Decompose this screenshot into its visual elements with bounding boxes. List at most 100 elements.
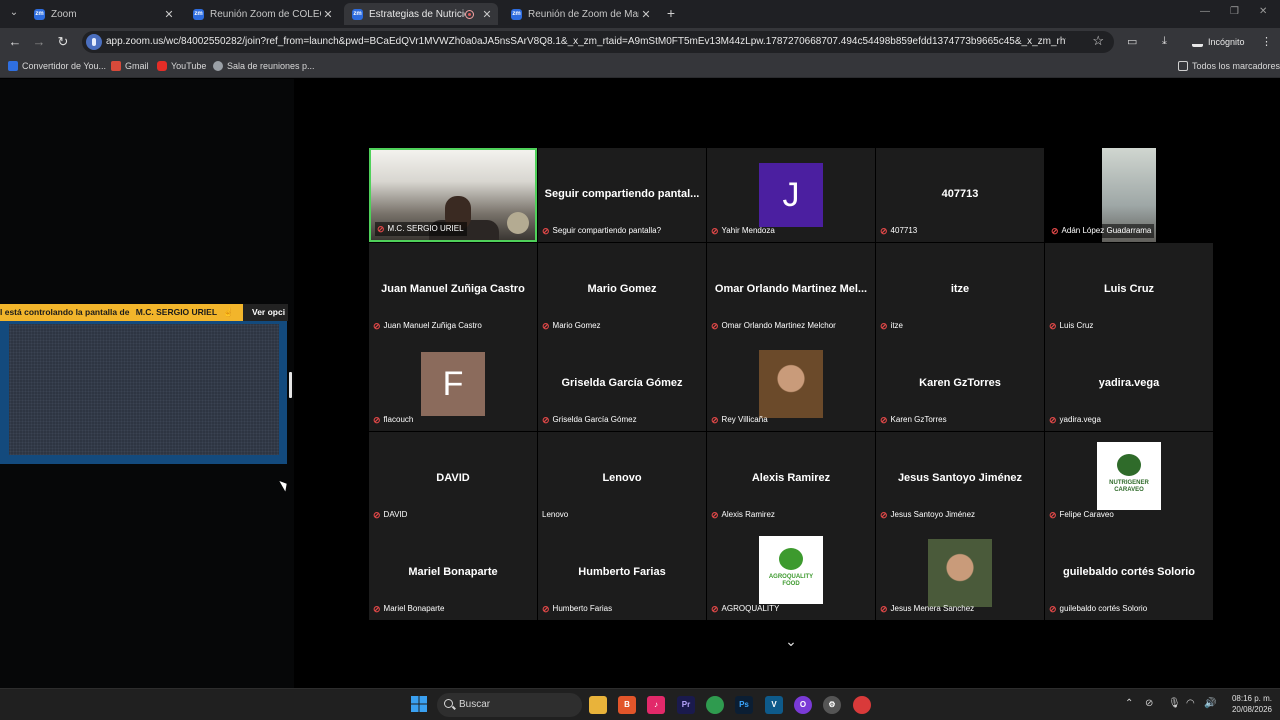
url-text[interactable]: app.zoom.us/wc/84002550282/join?ref_from… (106, 36, 1066, 47)
browser-tab[interactable]: zm Zoom ✕ (26, 3, 180, 25)
bookmark-item[interactable]: Gmail (111, 61, 149, 71)
new-tab-icon[interactable]: + (663, 5, 679, 21)
tab-title: Estrategias de Nutrición am (369, 8, 465, 20)
close-tab-icon[interactable]: ✕ (639, 8, 653, 21)
photoshop-icon[interactable]: Ps (735, 696, 753, 714)
site-info-icon[interactable] (86, 34, 102, 50)
participant-tile[interactable]: Jesus Santoyo Jiménez ⊘ Jesus Santoyo Jimé… (876, 432, 1044, 526)
participant-name-label: Lenovo (542, 508, 571, 522)
participant-tile[interactable]: ⊘ Rey Villicaña (707, 337, 875, 431)
muted-mic-icon: ⊘ (373, 604, 381, 614)
bookmark-item[interactable]: Convertidor de You... (8, 61, 106, 71)
muted-mic-icon: ⊘ (880, 604, 888, 614)
participant-tile[interactable]: ⊘ Adán López Guadarrama (1045, 148, 1213, 242)
close-window-icon[interactable]: ✕ (1259, 6, 1267, 17)
visio-icon[interactable]: V (765, 696, 783, 714)
folder-icon (1178, 61, 1188, 71)
bookmark-item[interactable]: Sala de reuniones p... (213, 61, 315, 71)
close-tab-icon[interactable]: ✕ (480, 8, 494, 21)
participant-display-name: Luis Cruz (1103, 283, 1155, 295)
participant-tile[interactable]: Griselda García Gómez ⊘ Griselda García Gó… (538, 337, 706, 431)
tray-overflow-icon[interactable]: ⌃ (1125, 698, 1133, 709)
restore-icon[interactable]: ❐ (1230, 6, 1239, 17)
clock-date: 20/08/2026 (1231, 705, 1272, 714)
control-banner-text: l está controlando la pantalla de (0, 307, 130, 317)
wifi-icon[interactable]: ◠ (1186, 698, 1195, 709)
shared-screen[interactable] (0, 321, 287, 464)
participant-tile[interactable]: ⊘ M.C. SERGIO URIEL (369, 148, 537, 242)
participant-tile[interactable]: Karen GzTorres ⊘ Karen GzTorres (876, 337, 1044, 431)
back-icon[interactable]: ← (7, 34, 23, 50)
participant-display-name: Omar Orlando Martinez Mel... (714, 283, 868, 295)
participant-tile[interactable]: NUTRIGENER CARAVEO ⊘ Felipe Caraveo (1045, 432, 1213, 526)
participant-tile[interactable]: Mariel Bonaparte ⊘ Mariel Bonaparte (369, 526, 537, 620)
incognito-label: Incógnito (1208, 37, 1245, 47)
panel-resize-handle[interactable] (289, 372, 292, 398)
participant-tile[interactable]: Alexis Ramirez ⊘ Alexis Ramirez (707, 432, 875, 526)
tab-search-chevron-icon[interactable]: ⌄ (6, 5, 22, 21)
participant-tile[interactable]: AGROQUALITY FOOD ⊘ AGROQUALITY (707, 526, 875, 620)
participant-tile[interactable]: 407713 ⊘ 407713 (876, 148, 1044, 242)
bookmark-item[interactable]: YouTube (157, 61, 206, 71)
participant-tile[interactable]: J ⊘ Yahir Mendoza (707, 148, 875, 242)
participant-tile[interactable]: Omar Orlando Martinez Mel... ⊘ Omar Orland… (707, 243, 875, 337)
participant-tile[interactable]: Mario Gomez ⊘ Mario Gomez (538, 243, 706, 337)
opera-icon[interactable] (853, 696, 871, 714)
participant-tile[interactable]: Seguir compartiendo pantal... ⊘ Seguir com… (538, 148, 706, 242)
participant-name-label: ⊘ Mario Gomez (542, 319, 604, 333)
app-icon[interactable]: O (794, 696, 812, 714)
close-tab-icon[interactable]: ✕ (162, 8, 176, 21)
bookmark-star-icon[interactable]: ☆ (1092, 33, 1104, 49)
participant-tile[interactable]: DAVID ⊘ DAVID (369, 432, 537, 526)
participant-tile[interactable]: itze ⊘ itze (876, 243, 1044, 337)
system-clock[interactable]: 08:16 p. m. 20/08/2026 (1226, 693, 1272, 715)
side-panel-icon[interactable]: ▭ (1127, 35, 1137, 48)
next-page-chevron-icon[interactable]: ⌄ (784, 634, 798, 648)
close-tab-icon[interactable]: ✕ (321, 8, 335, 21)
participant-tile[interactable]: yadira.vega ⊘ yadira.vega (1045, 337, 1213, 431)
participant-tile[interactable]: guilebaldo cortés Solorio ⊘ guilebaldo cor… (1045, 526, 1213, 620)
browser-tab-bar: ⌄ zm Zoom ✕ zm Reunión Zoom de COLEGIO M… (0, 0, 1280, 28)
participant-tile[interactable]: ⊘ Jesus Menera Sanchez (876, 526, 1044, 620)
microphone-icon[interactable]: 🎙 (1168, 698, 1181, 709)
more-menu-icon[interactable]: ⋮ (1261, 35, 1272, 48)
logo-text: NUTRIGENER CARAVEO (1109, 480, 1149, 493)
view-options-button[interactable]: Ver opci (243, 304, 288, 321)
participant-tile[interactable]: Humberto Farias ⊘ Humberto Farias (538, 526, 706, 620)
incognito-badge[interactable]: Incógnito (1184, 32, 1253, 52)
volume-icon[interactable]: 🔊 (1204, 698, 1216, 709)
taskbar-search[interactable]: Buscar (437, 693, 582, 717)
browser-tab[interactable]: zm Reunión de Zoom de Mary Rob ✕ (503, 3, 657, 25)
forward-icon[interactable]: → (31, 34, 47, 50)
mouse-cursor-icon (279, 478, 290, 492)
participant-tile[interactable]: Juan Manuel Zuñiga Castro ⊘ Juan Manuel Zu… (369, 243, 537, 337)
reload-icon[interactable]: ↻ (55, 34, 71, 50)
participant-display-name: yadira.vega (1098, 377, 1160, 389)
participant-tile[interactable]: Luis Cruz ⊘ Luis Cruz (1045, 243, 1213, 337)
vpn-icon[interactable]: ⊘ (1145, 698, 1153, 709)
all-bookmarks[interactable]: Todos los marcadores (1178, 61, 1280, 71)
all-bookmarks-label: Todos los marcadores (1192, 61, 1280, 71)
file-explorer-icon[interactable] (589, 696, 607, 714)
start-icon[interactable] (410, 696, 428, 714)
minimize-icon[interactable]: — (1200, 6, 1210, 17)
tiktok-icon[interactable]: ♪ (647, 696, 665, 714)
participant-tile[interactable]: Lenovo Lenovo (538, 432, 706, 526)
browser-tab-active[interactable]: zm Estrategias de Nutrición am ✕ (344, 3, 498, 25)
participant-name-label: ⊘ Alexis Ramirez (711, 508, 778, 522)
avatar-photo (928, 539, 992, 607)
settings-icon[interactable]: ⚙ (823, 696, 841, 714)
participant-name: yadira.vega (1059, 415, 1101, 424)
participant-tile[interactable]: F ⊘ flacouch (369, 337, 537, 431)
chrome-icon[interactable] (706, 696, 724, 714)
muted-mic-icon: ⊘ (711, 510, 719, 520)
participant-display-name: Seguir compartiendo pantal... (544, 188, 700, 200)
browser-tab[interactable]: zm Reunión Zoom de COLEGIO ME ✕ (185, 3, 339, 25)
brave-icon[interactable]: B (618, 696, 636, 714)
address-bar[interactable]: app.zoom.us/wc/84002550282/join?ref_from… (82, 31, 1114, 53)
download-icon[interactable]: ⤓ (1162, 35, 1167, 48)
premiere-icon[interactable]: Pr (677, 696, 695, 714)
windows-taskbar: Buscar B ♪ Pr Ps V O ⚙ ⌃ ⊘ 🎙 ◠ 🔊 08:16 p… (0, 688, 1280, 720)
zoom-meeting-area: l está controlando la pantalla de M.C. S… (0, 79, 1280, 688)
avatar-letter: J (759, 163, 823, 227)
